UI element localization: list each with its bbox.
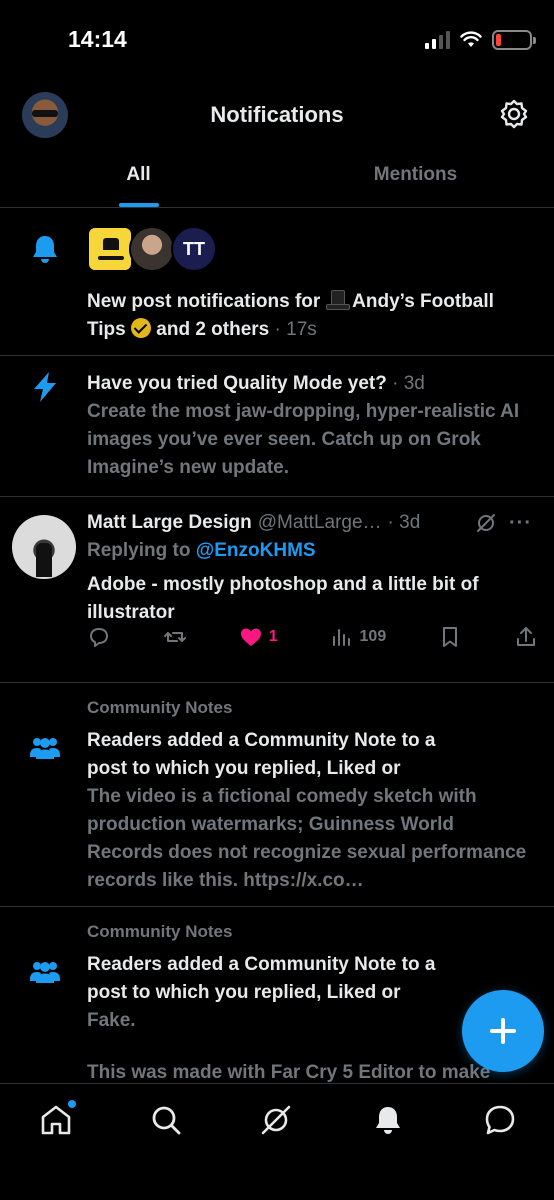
signal-icon bbox=[425, 31, 450, 49]
views-button[interactable]: 109 bbox=[330, 625, 387, 649]
reply-header: Matt Large Design @MattLarge… · 3d ··· bbox=[87, 509, 532, 537]
people-icon bbox=[30, 738, 60, 759]
notification-body: Create the most jaw-dropping, hyper-real… bbox=[87, 401, 520, 478]
repost-icon bbox=[163, 632, 186, 642]
grok-icon[interactable] bbox=[475, 512, 497, 534]
gear-icon[interactable] bbox=[498, 98, 530, 130]
share-icon bbox=[516, 627, 535, 646]
avatar[interactable]: TT bbox=[171, 226, 217, 272]
reply-body: Adobe - mostly photoshop and a little bi… bbox=[87, 574, 479, 623]
repost-button[interactable] bbox=[163, 625, 187, 649]
community-notes-label: Community Notes bbox=[87, 922, 233, 941]
replying-to: Replying to @EnzoKHMS bbox=[87, 537, 532, 565]
share-button[interactable] bbox=[514, 625, 538, 649]
bottom-nav bbox=[0, 1083, 554, 1200]
lightning-icon bbox=[34, 372, 56, 402]
author-name[interactable]: Matt Large Design bbox=[87, 509, 252, 537]
status-bar: 14:14 bbox=[0, 0, 554, 80]
notification-text: New post notifications for Andy’s Footba… bbox=[87, 288, 532, 344]
tab-bar: All Mentions bbox=[0, 152, 554, 208]
bookmark-icon bbox=[443, 627, 458, 647]
mention-link[interactable]: @EnzoKHMS bbox=[196, 540, 316, 561]
notification-new-posts[interactable]: TT New post notifications for Andy’s Foo… bbox=[0, 208, 554, 356]
heart-icon bbox=[240, 628, 261, 646]
avatar-group: TT bbox=[87, 226, 217, 272]
home-icon bbox=[41, 1105, 71, 1135]
page-title: Notifications bbox=[210, 102, 344, 127]
like-count: 1 bbox=[268, 628, 278, 645]
nav-home[interactable] bbox=[38, 1100, 76, 1138]
search-icon bbox=[152, 1106, 181, 1135]
people-icon bbox=[30, 962, 60, 983]
notification-reply[interactable]: Matt Large Design @MattLarge… · 3d ··· R… bbox=[0, 497, 554, 683]
status-icons bbox=[425, 30, 536, 50]
notification-grok[interactable]: Have you tried Quality Mode yet? · 3d Cr… bbox=[0, 356, 554, 497]
header: Notifications bbox=[0, 88, 554, 142]
post-actions: 1 109 bbox=[87, 625, 538, 649]
battery-icon bbox=[492, 30, 536, 50]
timestamp: · 3d bbox=[392, 373, 425, 394]
compose-icon[interactable] bbox=[462, 990, 544, 1072]
verified-badge-icon bbox=[131, 318, 151, 338]
notification-text-suffix: and 2 others bbox=[156, 319, 270, 340]
bookmark-button[interactable] bbox=[438, 625, 462, 649]
avatar[interactable] bbox=[87, 226, 133, 272]
bell-icon bbox=[33, 236, 57, 263]
message-icon bbox=[485, 1105, 515, 1135]
nav-search[interactable] bbox=[148, 1102, 184, 1138]
nav-notifications[interactable] bbox=[370, 1102, 406, 1138]
note-text: The video is a fictional comedy sketch w… bbox=[87, 786, 527, 891]
tab-all[interactable]: All bbox=[0, 152, 277, 207]
notification-text-prefix: New post notifications for bbox=[87, 291, 321, 312]
notifications-feed[interactable]: TT New post notifications for Andy’s Foo… bbox=[0, 208, 554, 1083]
note-text-continued: This was made with Far Cry 5 Editor to m… bbox=[87, 1062, 491, 1083]
unread-dot bbox=[68, 1100, 76, 1108]
avatar[interactable] bbox=[12, 515, 76, 579]
tab-mentions[interactable]: Mentions bbox=[277, 152, 554, 207]
reply-button[interactable] bbox=[87, 625, 111, 649]
like-button[interactable]: 1 bbox=[239, 625, 278, 649]
timestamp: · 17s bbox=[274, 319, 317, 340]
avatar[interactable] bbox=[129, 226, 175, 272]
notification-community-note[interactable]: Community Notes Readers added a Communit… bbox=[0, 683, 554, 907]
notification-title: Readers added a Community Note to a post… bbox=[87, 954, 436, 1003]
nav-messages[interactable] bbox=[482, 1102, 518, 1138]
top-hat-icon bbox=[325, 290, 350, 310]
views-icon bbox=[332, 629, 350, 646]
status-time: 14:14 bbox=[68, 26, 127, 52]
grok-icon bbox=[261, 1105, 291, 1135]
bell-icon bbox=[376, 1107, 400, 1134]
community-notes-label: Community Notes bbox=[87, 698, 233, 717]
author-handle[interactable]: @MattLarge… bbox=[258, 509, 382, 537]
reply-icon bbox=[90, 628, 108, 647]
notification-title: Have you tried Quality Mode yet? bbox=[87, 373, 387, 394]
notification-title: Readers added a Community Note to a post… bbox=[87, 730, 436, 779]
wifi-icon bbox=[460, 31, 482, 47]
timestamp: · 3d bbox=[387, 512, 421, 533]
view-count: 109 bbox=[359, 628, 387, 645]
replying-label: Replying to bbox=[87, 540, 191, 561]
more-icon[interactable]: ··· bbox=[509, 509, 532, 537]
nav-grok[interactable] bbox=[258, 1102, 294, 1138]
